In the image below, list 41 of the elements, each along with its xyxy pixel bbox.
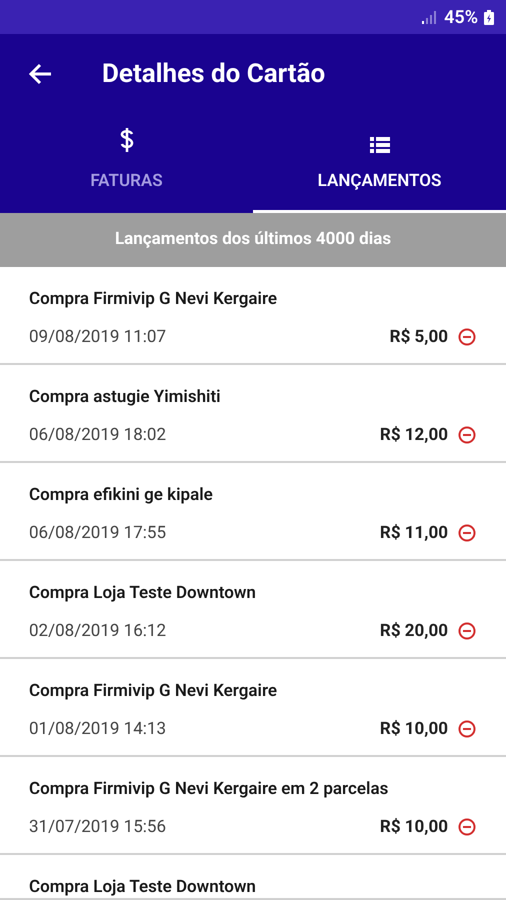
transaction-description: Compra astugie Yimishiti	[29, 386, 222, 409]
transaction-description: Compra Loja Teste Downtown	[29, 582, 257, 605]
transaction-row[interactable]: Compra Loja Teste Downtown 02/08/2019 16:12 R$ 20,00	[0, 561, 506, 659]
transaction-description: Compra efikini ge kipale	[29, 484, 214, 507]
transaction-row[interactable]: Compra Loja Teste Downtown	[0, 855, 506, 900]
transaction-amount: R$ 12,00	[380, 424, 448, 446]
battery-percentage: 45%	[444, 6, 478, 30]
transaction-amount: R$ 10,00	[380, 816, 448, 838]
transaction-row[interactable]: Compra Firmivip G Nevi Kergaire 09/08/2019 11:07 R$ 5,00	[0, 267, 506, 365]
banner-text: Lançamentos dos últimos 4000 dias	[114, 228, 392, 252]
minus-circle-icon	[458, 524, 476, 542]
transaction-date: 06/08/2019 18:02	[29, 424, 166, 446]
transaction-date: 01/08/2019 14:13	[29, 718, 166, 740]
transaction-date: 09/08/2019 11:07	[29, 326, 166, 348]
dollar-icon	[120, 126, 134, 152]
transaction-row[interactable]: Compra astugie Yimishiti 06/08/2019 18:02 R$ 12,00	[0, 365, 506, 463]
back-arrow-icon	[27, 62, 53, 86]
minus-circle-icon	[458, 720, 476, 738]
transaction-amount: R$ 10,00	[380, 718, 448, 740]
transaction-amount: R$ 11,00	[380, 522, 448, 544]
transaction-description: Compra Firmivip G Nevi Kergaire	[29, 680, 278, 703]
transaction-date: 02/08/2019 16:12	[29, 620, 166, 642]
transaction-date: 06/08/2019 17:55	[29, 522, 166, 544]
minus-circle-icon	[458, 622, 476, 640]
battery-icon	[484, 10, 494, 24]
transaction-row[interactable]: Compra Firmivip G Nevi Kergaire em 2 parcelas 31/07/2019 15:56 R$ 10,00	[0, 757, 506, 855]
transaction-description: Compra Firmivip G Nevi Kergaire em 2 parcelas	[29, 778, 390, 801]
list-icon	[370, 136, 390, 152]
signal-icon	[422, 10, 438, 24]
minus-circle-icon	[458, 328, 476, 346]
transaction-description: Compra Loja Teste Downtown	[29, 876, 257, 899]
tab[interactable]: FATURAS	[0, 114, 253, 213]
transaction-row[interactable]: Compra Firmivip G Nevi Kergaire 01/08/2019 14:13 R$ 10,00	[0, 659, 506, 757]
minus-circle-icon	[458, 818, 476, 836]
screen-title: Detalhes do Cartão	[102, 58, 326, 90]
transaction-amount: R$ 20,00	[380, 620, 448, 642]
transaction-date: 31/07/2019 15:56	[29, 816, 166, 838]
transaction-description: Compra Firmivip G Nevi Kergaire	[29, 288, 278, 311]
transaction-row[interactable]: Compra efikini ge kipale 06/08/2019 17:55 R$ 11,00	[0, 463, 506, 561]
transaction-amount: R$ 5,00	[390, 326, 448, 348]
minus-circle-icon	[458, 426, 476, 444]
